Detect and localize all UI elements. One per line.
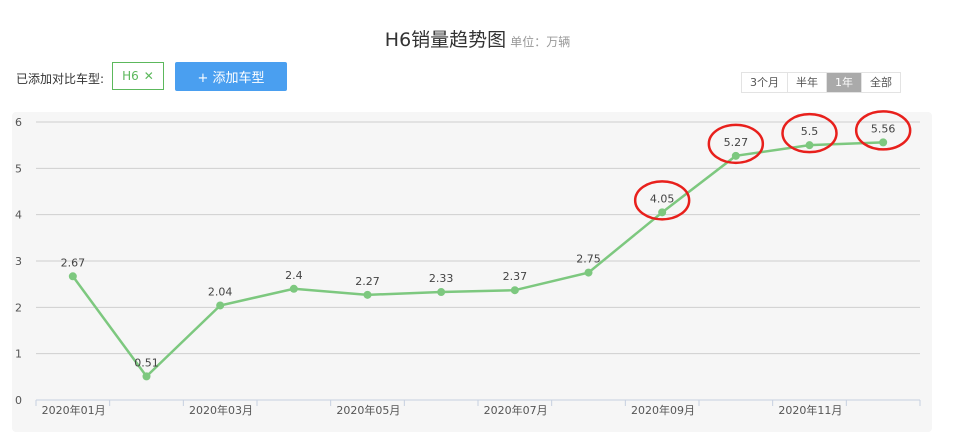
y-tick-label: 3 [15, 255, 22, 268]
data-label: 2.67 [61, 256, 86, 269]
data-label: 5.5 [801, 125, 819, 138]
data-point [363, 290, 372, 299]
x-tick-label: 2020年03月 [189, 403, 253, 417]
y-tick-label: 0 [15, 394, 22, 407]
data-label: 5.56 [871, 122, 896, 135]
data-label: 2.37 [503, 270, 528, 283]
data-label: 4.05 [650, 192, 675, 205]
y-tick-label: 5 [15, 162, 22, 175]
x-tick-label: 2020年09月 [631, 403, 695, 417]
data-label: 0.51 [134, 356, 159, 369]
data-point [142, 372, 151, 381]
data-label: 2.75 [576, 253, 601, 266]
data-point [658, 208, 667, 217]
data-point [584, 268, 593, 277]
data-point [510, 286, 519, 295]
data-point [879, 138, 888, 147]
series-line [71, 141, 884, 379]
data-point [68, 272, 77, 281]
data-point [289, 284, 298, 293]
data-point [216, 301, 225, 310]
data-point [437, 288, 446, 297]
data-point [731, 151, 740, 160]
y-tick-label: 4 [15, 209, 22, 222]
y-tick-label: 2 [15, 301, 22, 314]
x-tick-label: 2020年07月 [484, 403, 548, 417]
x-tick-label: 2020年11月 [778, 403, 842, 417]
line-chart: 0 1 2 3 4 5 6 2020年01月 2020年03月 2020年05月 2020年07月 2… [15, 110, 921, 417]
data-label: 2.4 [285, 269, 303, 282]
x-tick-label: 2020年01月 [42, 403, 106, 417]
y-tick-label: 1 [15, 348, 22, 361]
data-label: 2.27 [355, 275, 380, 288]
data-label: 2.04 [208, 285, 233, 298]
data-label: 5.27 [724, 136, 749, 149]
data-point [805, 141, 814, 150]
data-label: 2.33 [429, 272, 454, 285]
x-tick-label: 2020年05月 [336, 403, 400, 417]
y-tick-label: 6 [15, 116, 22, 129]
